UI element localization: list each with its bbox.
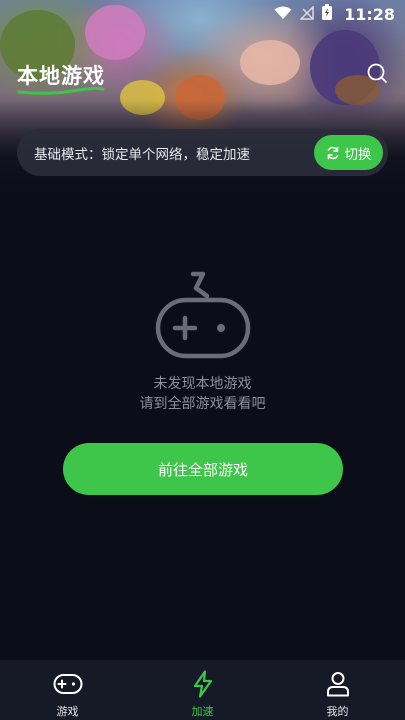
- nav-item-boost[interactable]: 加速: [135, 660, 270, 720]
- mode-bar: 基础模式：锁定单个网络，稳定加速 切换: [17, 129, 388, 176]
- user-icon: [326, 672, 349, 697]
- empty-message: 未发现本地游戏: [153, 376, 252, 392]
- battery-icon: [322, 4, 333, 24]
- empty-hint: 请到全部游戏看看吧: [139, 396, 266, 412]
- switch-mode-button[interactable]: 切换: [314, 135, 383, 170]
- status-bar: 11:28: [0, 0, 405, 28]
- switch-mode-label: 切换: [344, 146, 372, 163]
- status-time: 11:28: [344, 4, 395, 24]
- nav-label-profile: 我的: [326, 705, 349, 718]
- go-all-games-button[interactable]: 前往全部游戏: [63, 443, 343, 495]
- empty-gamepad-icon: [155, 271, 251, 359]
- nav-label-boost: 加速: [191, 705, 214, 718]
- nav-item-profile[interactable]: 我的: [270, 660, 405, 720]
- title-underline: [17, 86, 105, 95]
- nav-item-games[interactable]: 游戏: [0, 660, 135, 720]
- search-button[interactable]: [366, 62, 388, 84]
- lightning-icon: [193, 670, 212, 698]
- no-signal-icon: [299, 4, 314, 24]
- nav-label-games: 游戏: [56, 705, 79, 718]
- gamepad-icon: [53, 674, 82, 694]
- search-icon: [367, 63, 387, 83]
- bottom-nav: 游戏 加速 我的: [0, 660, 405, 720]
- mode-description: 基础模式：锁定单个网络，稳定加速: [34, 146, 250, 163]
- wifi-icon: [274, 5, 292, 24]
- refresh-icon: [327, 146, 338, 159]
